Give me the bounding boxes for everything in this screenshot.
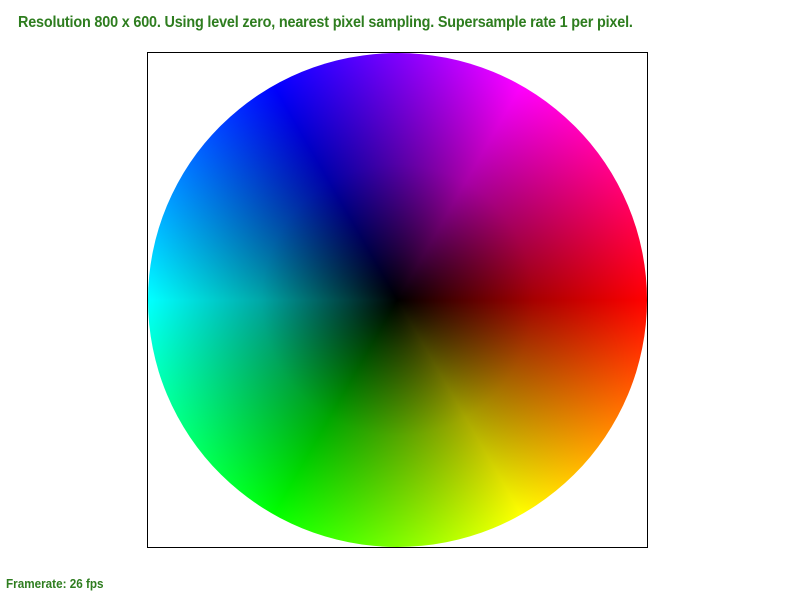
render-viewport[interactable] bbox=[147, 52, 648, 548]
hue-color-wheel bbox=[148, 53, 647, 547]
framerate-readout: Framerate: 26 fps bbox=[6, 576, 104, 591]
render-status-text: Resolution 800 x 600. Using level zero, … bbox=[18, 14, 633, 31]
